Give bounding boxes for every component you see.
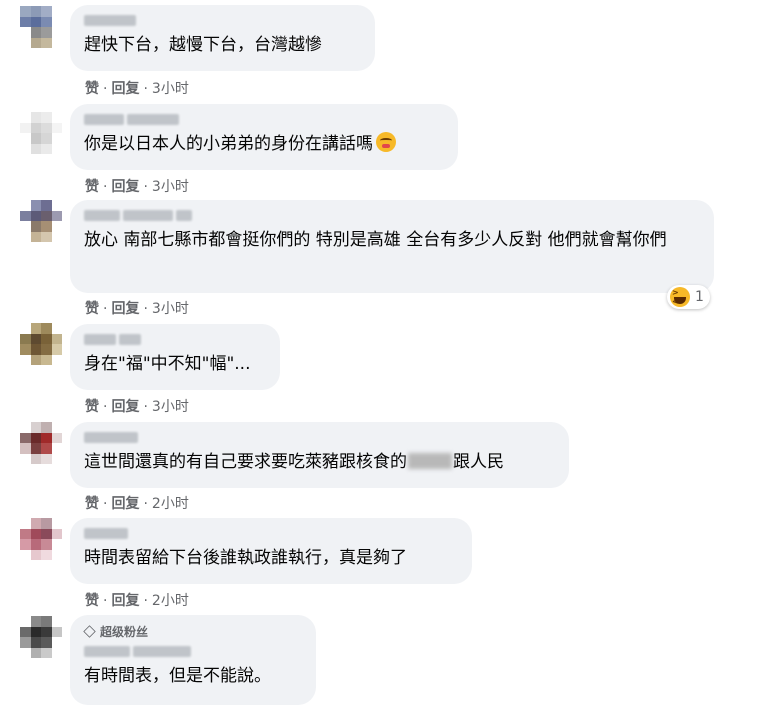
comment-text-end: 跟人民: [453, 452, 504, 472]
comment-bubble: 身在"福"中不知"幅"...: [70, 324, 280, 390]
comment-text: 這世間還真的有自己要求要吃萊豬跟核食的: [84, 452, 407, 472]
comment-bubble: 時間表留給下台後誰執政誰執行，真是夠了: [70, 518, 472, 584]
comment-bubble: 這世間還真的有自己要求要吃萊豬跟核食的 跟人民: [70, 422, 569, 488]
reply-button[interactable]: 回复: [111, 301, 139, 317]
comment-actions: 赞 · 回复 · 3小时: [85, 81, 189, 97]
avatar[interactable]: [20, 6, 62, 48]
comment-bubble: 趕快下台，越慢下台，台灣越慘: [70, 5, 375, 71]
timestamp[interactable]: 2小时: [152, 496, 189, 512]
commenter-name-blurred[interactable]: [84, 430, 557, 444]
reply-button[interactable]: 回复: [111, 399, 139, 415]
like-button[interactable]: 赞: [85, 179, 99, 195]
comment-actions: 赞 · 回复 · 2小时: [85, 593, 189, 609]
comment-text: 身在"福"中不知"幅"...: [84, 354, 251, 374]
timestamp[interactable]: 2小时: [152, 593, 189, 609]
unamused-face-icon: [376, 132, 396, 152]
avatar[interactable]: [20, 616, 62, 658]
commenter-name-blurred[interactable]: [84, 332, 268, 346]
avatar[interactable]: [20, 323, 62, 365]
commenter-name-blurred[interactable]: [84, 644, 304, 658]
comment-text: 你是以日本人的小弟弟的身份在講話嗎: [84, 134, 373, 154]
like-button[interactable]: 赞: [85, 81, 99, 97]
reply-button[interactable]: 回复: [111, 81, 139, 97]
like-button[interactable]: 赞: [85, 301, 99, 317]
comment-bubble: 你是以日本人的小弟弟的身份在講話嗎: [70, 104, 458, 170]
top-fan-badge[interactable]: 超级粉丝: [83, 623, 304, 640]
diamond-icon: [83, 625, 96, 638]
avatar[interactable]: [20, 422, 62, 464]
comment-bubble: 放心 南部七縣市都會挺你們的 特別是高雄 全台有多少人反對 他們就會幫你們: [70, 200, 714, 293]
comment-text: 趕快下台，越慢下台，台灣越慘: [84, 35, 322, 55]
comment-actions: 赞 · 回复 · 3小时: [85, 399, 189, 415]
commenter-name-blurred[interactable]: [84, 208, 702, 222]
timestamp[interactable]: 3小时: [152, 399, 189, 415]
comment-text: 放心 南部七縣市都會挺你們的 特別是高雄 全台有多少人反對 他們就會幫你們: [84, 230, 667, 250]
like-button[interactable]: 赞: [85, 496, 99, 512]
timestamp[interactable]: 3小时: [152, 81, 189, 97]
commenter-name-blurred[interactable]: [84, 112, 446, 126]
avatar[interactable]: [20, 200, 62, 242]
timestamp[interactable]: 3小时: [152, 179, 189, 195]
badge-label: 超级粉丝: [100, 625, 149, 639]
comment-actions: 赞 · 回复 · 3小时: [85, 179, 189, 195]
reaction-summary[interactable]: 1: [667, 285, 710, 309]
comment-bubble: 超级粉丝 有時間表，但是不能說。: [70, 615, 316, 705]
commenter-name-blurred[interactable]: [84, 526, 460, 540]
laughing-face-icon: [670, 287, 690, 307]
comment-actions: 赞 · 回复 · 2小时: [85, 496, 189, 512]
reaction-count: 1: [695, 289, 704, 305]
avatar[interactable]: [20, 518, 62, 560]
timestamp[interactable]: 3小时: [152, 301, 189, 317]
avatar[interactable]: [20, 112, 62, 154]
reply-button[interactable]: 回复: [111, 496, 139, 512]
comment-actions: 赞 · 回复 · 3小时: [85, 301, 189, 317]
comment-text: 有時間表，但是不能說。: [84, 666, 271, 686]
like-button[interactable]: 赞: [85, 593, 99, 609]
like-button[interactable]: 赞: [85, 399, 99, 415]
commenter-name-blurred[interactable]: [84, 13, 363, 27]
comment-text: 時間表留給下台後誰執政誰執行，真是夠了: [84, 548, 407, 568]
blurred-word: [408, 453, 452, 469]
reply-button[interactable]: 回复: [111, 593, 139, 609]
reply-button[interactable]: 回复: [111, 179, 139, 195]
